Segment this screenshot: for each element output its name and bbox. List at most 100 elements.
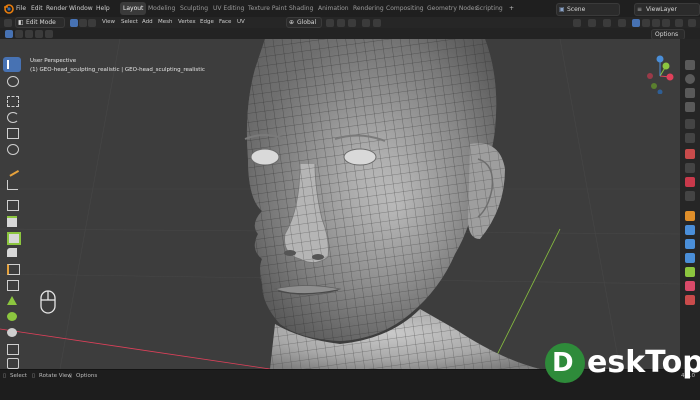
falloff-button[interactable] bbox=[373, 19, 381, 27]
modifiers-tab-icon[interactable] bbox=[685, 225, 695, 235]
3d-viewport[interactable]: User Perspective (1) GEO-head_sculpting_… bbox=[0, 39, 680, 369]
constraints-tab-icon[interactable] bbox=[685, 267, 695, 277]
menu-view[interactable]: View bbox=[102, 17, 115, 28]
cursor-tool[interactable] bbox=[3, 73, 21, 88]
world-tab-icon[interactable] bbox=[685, 191, 695, 201]
proportional-editing-button[interactable] bbox=[362, 19, 370, 27]
transform-icon bbox=[7, 144, 19, 155]
solid-shading-button[interactable] bbox=[632, 19, 640, 27]
blender-logo-icon[interactable] bbox=[3, 3, 14, 14]
shrink-fatten-tool[interactable] bbox=[3, 355, 21, 370]
menu-file[interactable]: File bbox=[16, 0, 26, 17]
xray-button[interactable] bbox=[618, 19, 626, 27]
tab-layout[interactable]: Layout bbox=[120, 2, 147, 15]
left-eye bbox=[250, 148, 280, 166]
object-tab-icon[interactable] bbox=[685, 211, 695, 221]
view-layer-tab-icon[interactable] bbox=[685, 163, 695, 173]
editor-type-button[interactable] bbox=[4, 19, 12, 27]
scale-tool[interactable] bbox=[3, 125, 21, 140]
annotate-tool[interactable] bbox=[3, 161, 21, 177]
move-tool[interactable] bbox=[3, 93, 21, 108]
viewport-gizmo-button[interactable] bbox=[573, 19, 581, 27]
tab-uv-editing[interactable]: UV Editing bbox=[210, 2, 247, 15]
menu-mesh[interactable]: Mesh bbox=[158, 17, 172, 28]
tab-compositing[interactable]: Compositing bbox=[383, 2, 427, 15]
material-shading-button[interactable] bbox=[652, 19, 660, 27]
menu-window[interactable]: Window bbox=[69, 0, 93, 17]
measure-tool[interactable] bbox=[3, 177, 21, 192]
right-eye bbox=[343, 148, 377, 166]
menu-vertex[interactable]: Vertex bbox=[178, 17, 196, 28]
mesh-overlays-button[interactable] bbox=[603, 19, 611, 27]
particles-tab-icon[interactable] bbox=[685, 239, 695, 249]
select-subtract-button[interactable] bbox=[25, 30, 33, 38]
snap-button[interactable] bbox=[337, 19, 345, 27]
edge-select-button[interactable] bbox=[79, 19, 87, 27]
navigation-gizmo[interactable] bbox=[642, 54, 678, 94]
menu-uv[interactable]: UV bbox=[237, 17, 245, 28]
view-layer-selector[interactable]: ≡ ViewLayer bbox=[634, 3, 700, 16]
tab-scripting[interactable]: Scripting bbox=[473, 2, 506, 15]
tool-tab-icon[interactable] bbox=[685, 119, 695, 129]
data-tab-icon[interactable] bbox=[685, 281, 695, 291]
inset-tool[interactable] bbox=[3, 229, 21, 245]
pan-hand-icon[interactable] bbox=[685, 74, 695, 84]
smooth-tool[interactable] bbox=[3, 325, 21, 340]
shading-options-button[interactable] bbox=[675, 19, 683, 27]
menu-render[interactable]: Render bbox=[46, 0, 67, 17]
select-box-mode-button[interactable] bbox=[5, 30, 13, 38]
output-tab-icon[interactable] bbox=[685, 149, 695, 159]
knife-tool[interactable] bbox=[3, 277, 21, 292]
tab-shading[interactable]: Shading bbox=[286, 2, 316, 15]
tab-texture-paint[interactable]: Texture Paint bbox=[245, 2, 290, 15]
loop-cut-tool[interactable] bbox=[3, 261, 21, 276]
menu-face[interactable]: Face bbox=[219, 17, 231, 28]
tab-sculpting[interactable]: Sculpting bbox=[177, 2, 211, 15]
menu-edge[interactable]: Edge bbox=[200, 17, 214, 28]
mode-label: Edit Mode bbox=[26, 19, 56, 26]
scene-selector[interactable]: ▣ Scene bbox=[556, 3, 620, 16]
header-extra-button[interactable] bbox=[688, 19, 696, 27]
rotate-tool[interactable] bbox=[3, 109, 21, 124]
mode-selector[interactable]: ◧ Edit Mode bbox=[15, 17, 65, 28]
menu-help[interactable]: Help bbox=[96, 0, 110, 17]
menu-add[interactable]: Add bbox=[142, 17, 153, 28]
perspective-label: User Perspective bbox=[30, 58, 77, 64]
add-workspace-button[interactable]: + bbox=[506, 2, 517, 15]
material-tab-icon[interactable] bbox=[685, 295, 695, 305]
select-invert-button[interactable] bbox=[35, 30, 43, 38]
spin-tool[interactable] bbox=[3, 309, 21, 324]
tab-rendering[interactable]: Rendering bbox=[350, 2, 387, 15]
transform-orientation-selector[interactable]: ⊕ Global bbox=[286, 17, 322, 28]
tool-shelf bbox=[3, 57, 21, 370]
transform-tool[interactable] bbox=[3, 141, 21, 156]
physics-tab-icon[interactable] bbox=[685, 253, 695, 263]
mouse-hint-icon bbox=[40, 290, 56, 314]
tab-animation[interactable]: Animation bbox=[315, 2, 352, 15]
select-box-tool[interactable] bbox=[3, 57, 21, 72]
wireframe-shading-button[interactable] bbox=[642, 19, 650, 27]
menu-edit[interactable]: Edit bbox=[31, 0, 43, 17]
rendered-shading-button[interactable] bbox=[662, 19, 670, 27]
zoom-icon[interactable] bbox=[685, 60, 695, 70]
tab-modeling[interactable]: Modeling bbox=[145, 2, 178, 15]
render-tab-icon[interactable] bbox=[685, 133, 695, 143]
scene-tab-icon[interactable] bbox=[685, 177, 695, 187]
add-cube-tool[interactable] bbox=[3, 197, 21, 212]
camera-view-icon[interactable] bbox=[685, 88, 695, 98]
poly-build-tool[interactable] bbox=[3, 293, 21, 308]
ortho-toggle-icon[interactable] bbox=[685, 102, 695, 112]
face-select-button[interactable] bbox=[88, 19, 96, 27]
overlays-button[interactable] bbox=[588, 19, 596, 27]
snap-target-button[interactable] bbox=[348, 19, 356, 27]
vertex-select-button[interactable] bbox=[70, 19, 78, 27]
menu-select[interactable]: Select bbox=[121, 17, 138, 28]
extrude-tool[interactable] bbox=[3, 213, 21, 228]
bevel-tool[interactable] bbox=[3, 245, 21, 260]
watermark-letter: D bbox=[552, 348, 574, 378]
select-intersect-button[interactable] bbox=[45, 30, 53, 38]
shrink-fatten-icon bbox=[7, 358, 19, 369]
pivot-point-button[interactable] bbox=[326, 19, 334, 27]
select-extend-button[interactable] bbox=[15, 30, 23, 38]
edge-slide-tool[interactable] bbox=[3, 341, 21, 356]
